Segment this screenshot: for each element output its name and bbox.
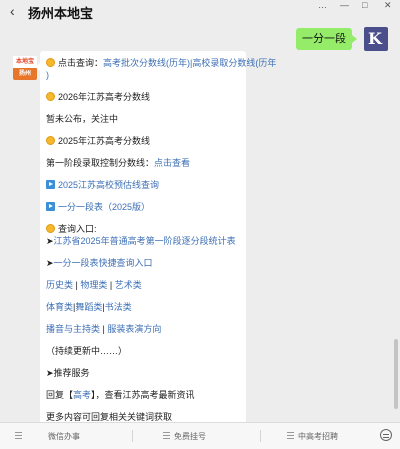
reply-line-query: 点击查询：高考批次分数线(历年)|高校录取分数线(历年 [46, 57, 276, 69]
official-account-avatar[interactable]: 本地宝 扬州 [13, 56, 37, 80]
orange-dot-icon [46, 92, 55, 101]
menu-item-wechat-service[interactable]: 微信办事 [48, 431, 80, 442]
physics-link[interactable]: 物理类 [80, 280, 107, 290]
reply-line-sports: 体育类|舞蹈类|书法类 [46, 301, 132, 313]
keyboard-icon[interactable] [380, 429, 392, 441]
reply-prefix: 回复【 [46, 390, 74, 400]
reply-line-entry: 查询入口: [46, 223, 97, 235]
query-prefix: 点击查询： [58, 58, 104, 68]
reply-line-pending: 暂未公布，关注中 [46, 114, 119, 124]
heading-2025: 2025年江苏高考分数线 [58, 136, 151, 146]
play-icon [46, 180, 55, 189]
reply-line-quick: ➤一分一段表快捷查询入口 [46, 257, 153, 269]
reply-line-2025: 2025年江苏高考分数线 [46, 135, 150, 147]
arrow-icon: ➤ [46, 258, 54, 268]
fashion-link[interactable]: 服装表演方向 [107, 324, 161, 334]
control-score-label: 第一阶段录取控制分数线： [46, 158, 155, 168]
orange-dot-icon [46, 58, 55, 67]
chevron-left-icon[interactable]: ‹ [10, 3, 15, 19]
sports-link[interactable]: 体育类 [46, 302, 73, 312]
maximize-icon[interactable]: □ [362, 0, 367, 10]
menu-item-free-register[interactable]: 免费挂号 [174, 431, 206, 442]
score-table-link[interactable]: 一分一段表（2025版） [58, 202, 150, 212]
reply-line-broadcast: 播音与主持类 | 服装表演方向 [46, 323, 161, 335]
reply-line-categories: 历史类 | 物理类 | 艺术类 [46, 279, 142, 291]
entry-label: 查询入口: [58, 224, 97, 234]
avatar-top-text: 本地宝 [13, 56, 37, 68]
menu-lines-icon [287, 432, 294, 439]
minimize-icon[interactable]: — [340, 0, 349, 10]
more-icon[interactable]: … [318, 0, 327, 10]
reply-line-reply: 回复【高考】，查看江苏高考最新资讯 [46, 389, 195, 401]
play-icon [46, 202, 55, 211]
admission-score-link[interactable]: 高校录取分数线(历年 [192, 58, 276, 68]
menu-lines-icon [163, 432, 170, 439]
calligraphy-link[interactable]: 书法类 [105, 302, 132, 312]
arrow-icon: ➤ [46, 236, 54, 246]
reply-suffix: 】，查看江苏高考最新资讯 [91, 390, 195, 400]
title-bar: ‹ 扬州本地宝 … — □ ✕ [0, 0, 400, 24]
reply-line-updating: （持续更新中……） [46, 346, 128, 356]
user-avatar-icon[interactable]: K [364, 27, 388, 51]
view-link[interactable]: 点击查看 [154, 158, 190, 168]
divider [132, 430, 133, 442]
heading-2026: 2026年江苏高考分数线 [58, 92, 151, 102]
reply-line-recommend: ➤推荐服务 [46, 368, 90, 378]
history-link[interactable]: 历史类 [46, 280, 73, 290]
dance-link[interactable]: 舞蹈类 [75, 302, 102, 312]
page-title: 扬州本地宝 [28, 6, 94, 21]
reply-line-table: 一分一段表（2025版） [46, 201, 150, 213]
menu-lines-icon [15, 432, 22, 439]
gaokao-keyword-link[interactable]: 高考 [73, 390, 91, 400]
separator: | [107, 280, 115, 290]
stat-table-link[interactable]: 江苏省2025年普通高考第一阶段逐分段统计表 [54, 236, 236, 246]
orange-dot-icon [46, 224, 55, 233]
reply-line-query-cont: ) [46, 69, 49, 81]
menu-bar: 微信办事 免费挂号 中高考招聘 [0, 422, 400, 449]
scrollbar-thumb[interactable] [394, 339, 398, 409]
menu-item-exam-recruit[interactable]: 中高考招聘 [298, 431, 338, 442]
divider [260, 430, 261, 442]
broadcast-link[interactable]: 播音与主持类 [46, 324, 100, 334]
art-link[interactable]: 艺术类 [115, 280, 142, 290]
batch-score-link[interactable]: 高考批次分数线(历年) [103, 58, 190, 68]
reply-line-estimate: 2025江苏高校预估线查询 [46, 179, 159, 191]
orange-dot-icon [46, 136, 55, 145]
reply-bubble: 点击查询：高考批次分数线(历年)|高校录取分数线(历年 ) 2026年江苏高考分… [35, 51, 276, 441]
reply-line-control: 第一阶段录取控制分数线：点击查看 [46, 157, 190, 169]
avatar-bottom-text: 扬州 [13, 68, 37, 80]
reply-line-2026: 2026年江苏高考分数线 [46, 91, 150, 103]
estimate-line-link[interactable]: 2025江苏高校预估线查询 [58, 180, 159, 190]
reply-line-stat: ➤江苏省2025年普通高考第一阶段逐分段统计表 [46, 235, 236, 247]
admission-score-link-cont[interactable]: ) [46, 70, 49, 80]
close-icon[interactable]: ✕ [384, 0, 392, 11]
quick-entry-link[interactable]: 一分一段表快捷查询入口 [54, 258, 153, 268]
my-message-bubble[interactable]: 一分一段 [296, 28, 357, 50]
chat-area: 一分一段 K 本地宝 扬州 点击查询：高考批次分数线(历年)|高校录取分数线(历… [0, 24, 400, 441]
